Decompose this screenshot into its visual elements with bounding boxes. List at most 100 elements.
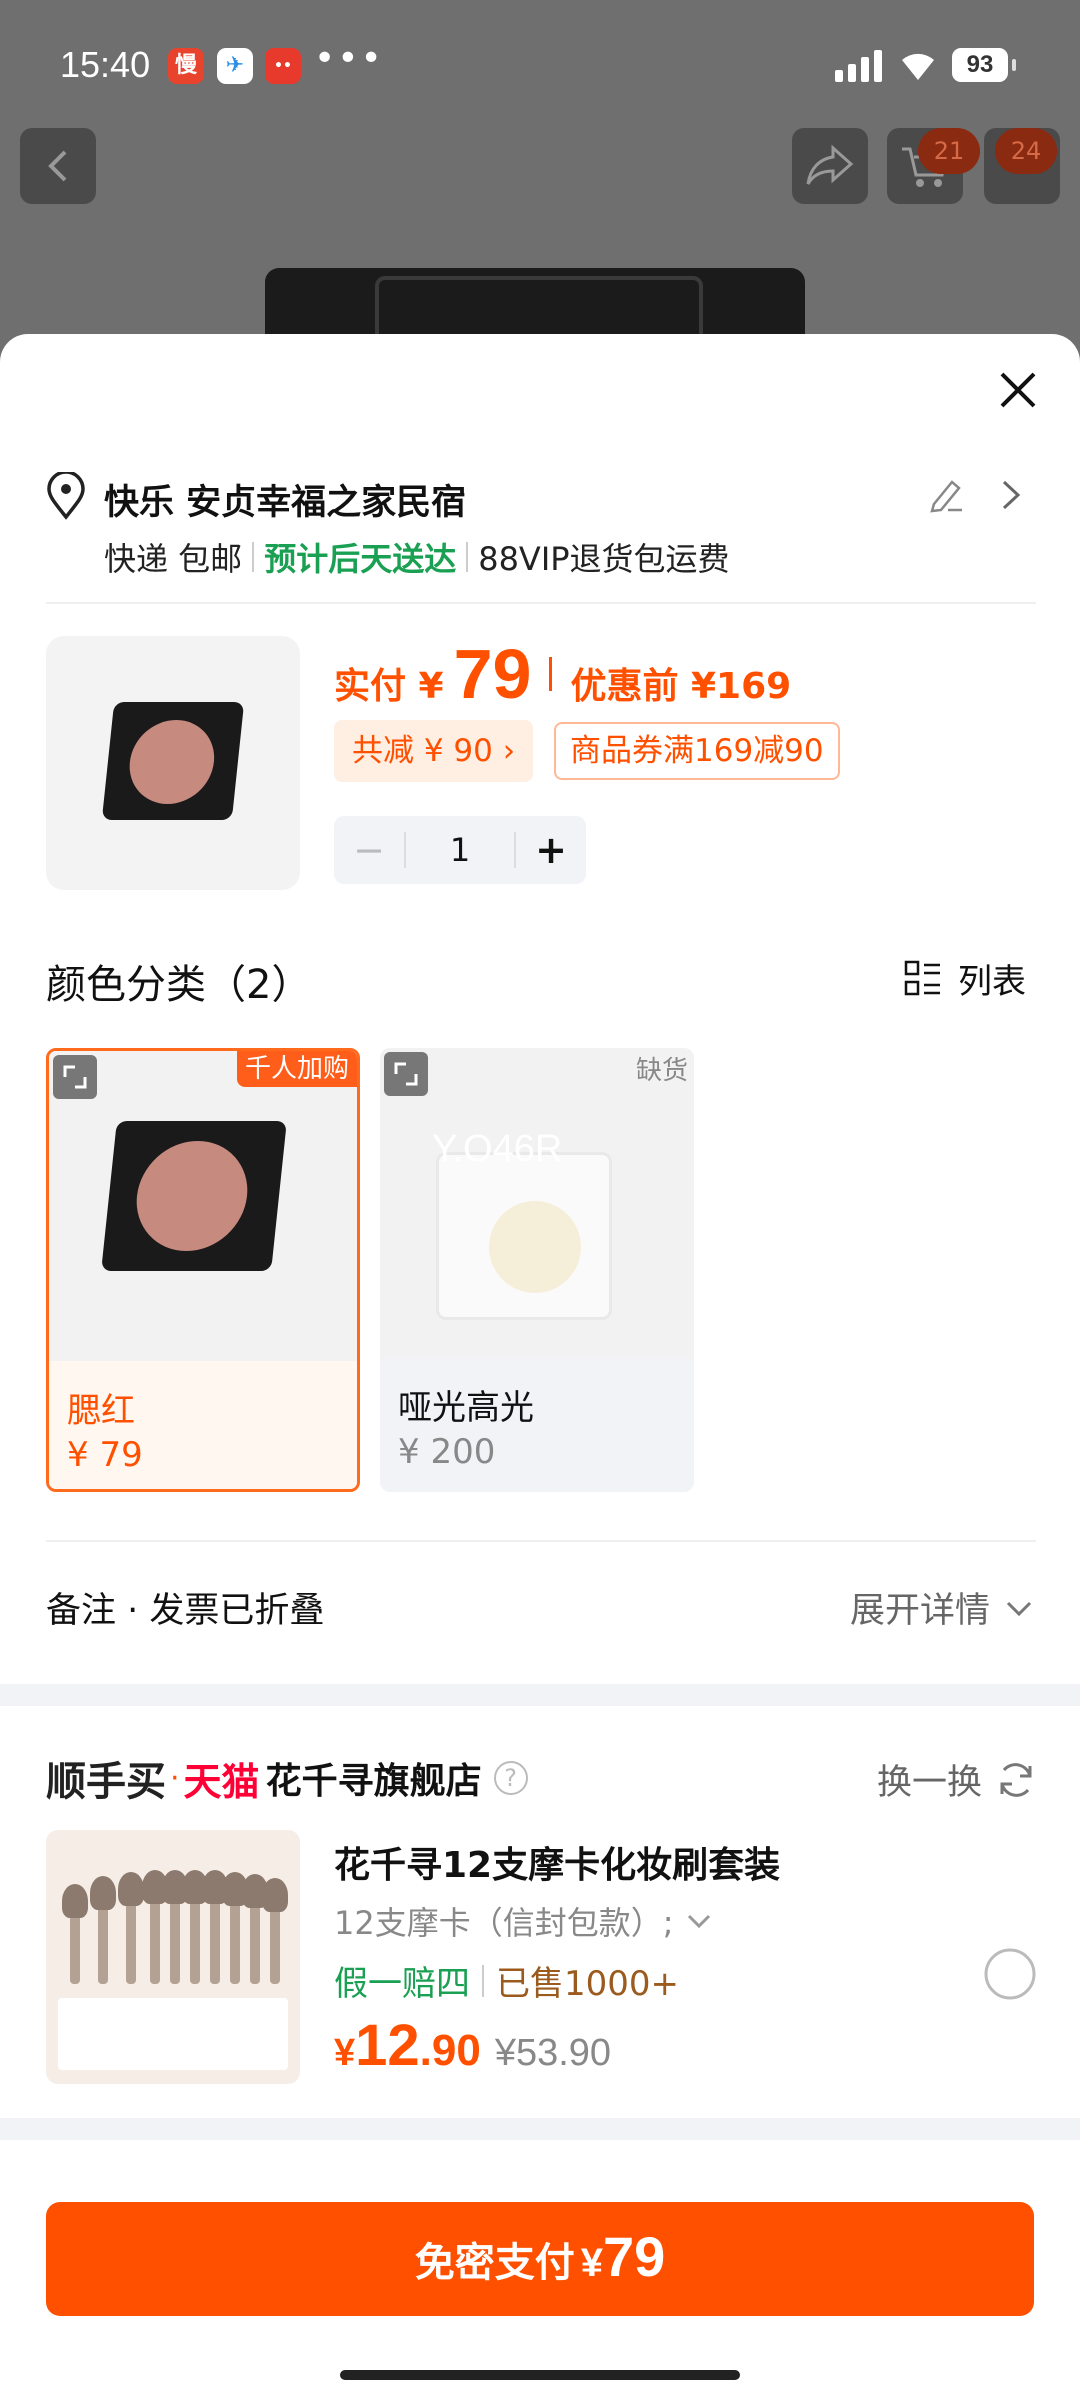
quantity-stepper: − 1 + — [334, 816, 586, 884]
pay-value: 79 — [602, 2225, 666, 2288]
variant-card-blush[interactable]: 千人加购 腮红 ¥ 79 — [46, 1048, 360, 1492]
expand-details-label: 展开详情 — [849, 1591, 990, 1631]
discount-tag[interactable]: 共减 ¥ 90 › — [334, 720, 534, 782]
divider — [46, 602, 1036, 604]
close-icon[interactable] — [990, 362, 1046, 418]
mascot-app-icon: •• — [265, 48, 301, 84]
brush — [182, 1870, 208, 1984]
price-integer: 12 — [355, 2013, 420, 2078]
address-row[interactable]: 快乐 安贞幸福之家民宿 — [46, 468, 1036, 528]
brush — [90, 1876, 116, 1984]
refresh-icon — [1000, 1762, 1032, 1797]
shipping-info: 快递 包邮 预计后天送达 88VIP退货包运费 — [104, 534, 730, 580]
brush — [162, 1870, 188, 1984]
purchase-sheet: 快乐 安贞幸福之家民宿 快递 包邮 预计后天送达 88VIP退货包运费 实付 ¥… — [0, 334, 1080, 2400]
variant-footer: 腮红 ¥ 79 — [49, 1361, 357, 1489]
pay-price: 79 — [453, 635, 532, 713]
tmall-logo: 天猫 — [183, 1759, 260, 1804]
expand-icon[interactable] — [384, 1052, 428, 1096]
decrease-button[interactable]: − — [334, 828, 404, 872]
chevron-down-icon — [1006, 1601, 1032, 1616]
pay-label: 实付 ¥ — [334, 666, 444, 707]
notes-row[interactable]: 备注 · 发票已折叠 展开详情 — [46, 1582, 1036, 1633]
select-radio[interactable] — [982, 1946, 1038, 2002]
home-indicator[interactable] — [340, 2370, 740, 2380]
more-notifications-icon: ••• — [314, 38, 384, 79]
divider — [46, 1540, 1036, 1542]
delivery-eta: 预计后天送达 — [264, 540, 457, 578]
product-thumbnail[interactable] — [46, 636, 300, 890]
return-policy: 88VIP退货包运费 — [478, 540, 730, 578]
variant-name: 哑光高光 — [398, 1388, 534, 1428]
coupon-tag: 商品券满169减90 — [554, 722, 840, 780]
pay-button-label: 免密支付 — [414, 2240, 575, 2286]
wifi-icon — [902, 53, 934, 80]
notes-label: 备注 · 发票已折叠 — [46, 1591, 325, 1631]
variant-price: ¥ 200 — [398, 1432, 496, 1472]
share-button[interactable] — [792, 128, 868, 204]
variant-name: 腮红 — [67, 1391, 135, 1431]
expand-icon[interactable] — [53, 1055, 97, 1099]
brush-pouch — [58, 1998, 288, 2070]
original-price: ¥53.90 — [494, 2032, 612, 2074]
swap-button[interactable]: 换一换 — [877, 1754, 1036, 1805]
pay-button[interactable]: 免密支付 ¥79 — [46, 2202, 1034, 2316]
status-time: 15:40 — [60, 44, 151, 85]
highlighter-compact-image — [436, 1152, 612, 1320]
sold-count: 已售1000+ — [496, 1964, 680, 2004]
sku-selector[interactable]: 12支摩卡（信封包款）; — [334, 1898, 714, 1944]
price-decimal: .90 — [419, 2026, 481, 2075]
price-currency: ¥ — [334, 2032, 356, 2074]
brush — [142, 1870, 168, 1984]
swap-label: 换一换 — [876, 1763, 982, 1803]
status-bar: 15:40 慢 ✈ •• ••• 93 — [0, 0, 1080, 130]
expand-details-button[interactable]: 展开详情 — [850, 1582, 1036, 1633]
separator — [466, 542, 469, 572]
increase-button[interactable]: + — [516, 828, 586, 872]
variant-card-highlight[interactable]: Y.O46R 缺货 哑光高光 ¥ 200 — [380, 1048, 694, 1492]
brush — [118, 1872, 144, 1984]
brush — [242, 1874, 268, 1984]
store-name[interactable]: 花千寻旗舰店 — [266, 1752, 482, 1804]
brush — [62, 1884, 88, 1984]
app-notification-icon: 慢 — [168, 48, 204, 84]
send-app-icon: ✈ — [217, 48, 253, 84]
sku-label: 12支摩卡（信封包款）; — [334, 1904, 674, 1942]
brush — [262, 1878, 288, 1984]
battery-indicator: 93 — [952, 48, 1016, 82]
section-gap — [0, 1684, 1080, 1706]
variant-price: ¥ 79 — [67, 1435, 143, 1475]
separator — [252, 542, 255, 572]
chevron-right-icon[interactable] — [996, 478, 1026, 512]
recommend-product-title[interactable]: 花千寻12支摩卡化妆刷套装 — [334, 1836, 780, 1888]
chevron-left-icon — [48, 150, 67, 182]
edit-icon[interactable] — [926, 474, 966, 514]
pay-button-amount: ¥79 — [581, 2224, 666, 2289]
help-icon[interactable]: ? — [493, 1761, 528, 1795]
pay-currency: ¥ — [580, 2241, 603, 2285]
cart-count-badge: 21 — [918, 128, 980, 174]
list-toggle-label: 列表 — [958, 962, 1026, 1002]
popular-badge: 千人加购 — [236, 1051, 357, 1087]
section-gap — [0, 2118, 1080, 2140]
recommend-header: 顺手买 · 天猫 花千寻旗舰店 ? 换一换 — [46, 1750, 1036, 1806]
brand-label: 顺手买 — [46, 1759, 166, 1805]
brush-set-image[interactable] — [46, 1830, 300, 2084]
variant-section-title: 颜色分类（2） — [46, 962, 312, 1008]
address-text: 快乐 安贞幸福之家民宿 — [104, 483, 467, 523]
quantity-value[interactable]: 1 — [404, 832, 516, 868]
guarantee-label: 假一赔四 — [334, 1964, 470, 2004]
recommend-meta: 假一赔四 已售1000+ — [334, 1956, 679, 2005]
blush-compact-image — [101, 1121, 287, 1271]
brand-dot: · — [170, 1760, 180, 1796]
separator — [549, 657, 553, 691]
location-pin-icon — [47, 472, 85, 520]
list-view-toggle[interactable]: 列表 — [904, 954, 1026, 1003]
variant-footer: 哑光高光 ¥ 200 — [380, 1358, 694, 1492]
back-button[interactable] — [20, 128, 96, 204]
signal-icon — [835, 48, 882, 82]
price-line: 实付 ¥ 79 优惠前 ¥169 — [334, 634, 791, 714]
product-watermark: Y.O46R — [432, 1128, 563, 1170]
recommend-price: ¥ 12 .90 ¥53.90 — [334, 2012, 611, 2079]
message-count-badge: 24 — [995, 128, 1057, 174]
